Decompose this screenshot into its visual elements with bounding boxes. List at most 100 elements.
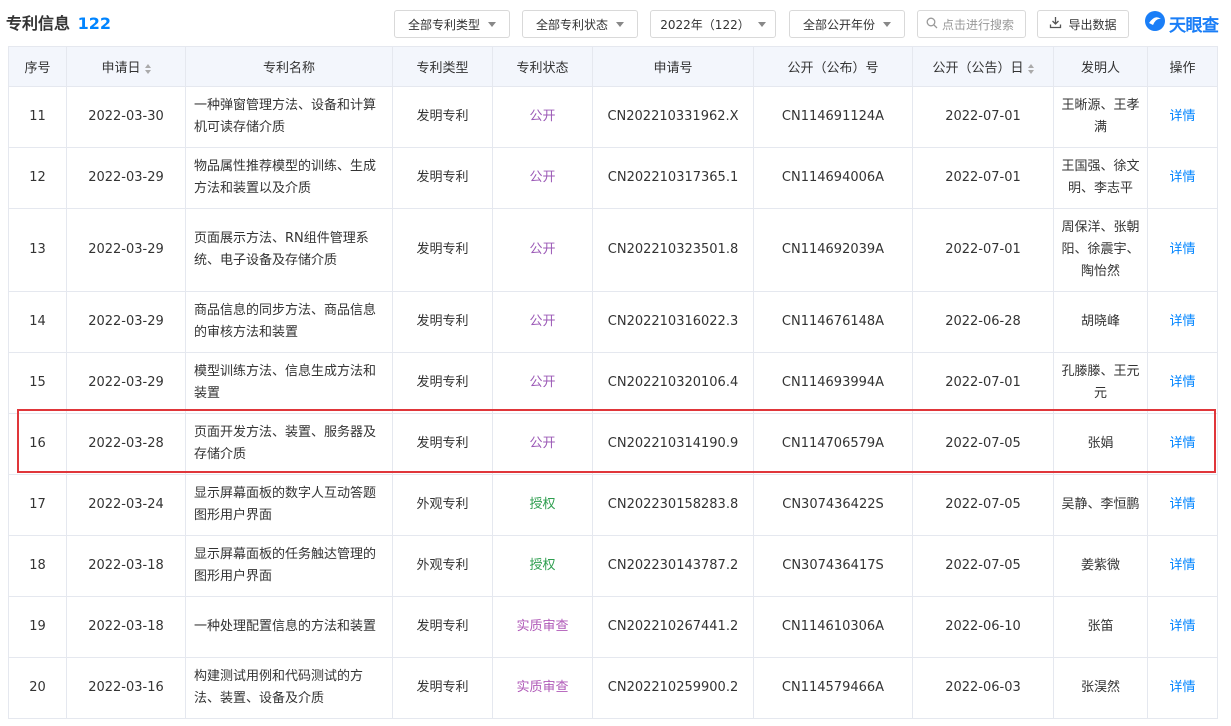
sort-icon[interactable]	[144, 63, 151, 74]
cell-pub-date: 2022-07-01	[945, 170, 1021, 185]
table-cell: 详情	[1147, 413, 1218, 475]
table-cell: 张淏然	[1053, 657, 1148, 719]
cell-type: 发明专利	[416, 619, 469, 634]
cell-app-no: CN202210320106.4	[607, 375, 739, 390]
title-text: 专利信息	[6, 14, 71, 33]
cell-pub-no: CN114706579A	[781, 436, 885, 451]
caret-down-icon	[616, 21, 624, 27]
detail-link[interactable]: 详情	[1169, 375, 1195, 390]
cell-inventor: 姜紫微	[1080, 558, 1120, 573]
table-row: 17 2022-03-24 显示屏幕面板的数字人互动答题图形用户界面 外观专利 授权 CN…	[8, 474, 1218, 536]
col-header-date[interactable]: 申请日	[66, 46, 186, 87]
table-cell: 王国强、徐文明、李志平	[1053, 147, 1148, 209]
cell-name: 物品属性推荐模型的训练、生成方法和装置以及介质	[194, 159, 377, 196]
logo-text: 天眼查	[1169, 15, 1219, 36]
export-button[interactable]: 导出数据	[1037, 10, 1129, 38]
sort-icon[interactable]	[1027, 63, 1034, 74]
table-cell: 19	[8, 596, 67, 658]
table-cell: 2022-03-30	[66, 86, 186, 148]
table-cell: 孔滕滕、王元元	[1053, 352, 1148, 414]
patent-status-dropdown[interactable]: 全部专利状态	[522, 10, 638, 38]
tianyancha-logo: 天眼查	[1144, 9, 1219, 37]
cell-pub-date: 2022-07-01	[945, 109, 1021, 124]
table-cell: 详情	[1147, 147, 1218, 209]
detail-link[interactable]: 详情	[1169, 558, 1195, 573]
cell-pub-no: CN114676148A	[781, 314, 885, 329]
detail-link[interactable]: 详情	[1169, 680, 1195, 695]
table-cell: CN202210320106.4	[592, 352, 754, 414]
detail-link[interactable]: 详情	[1169, 314, 1195, 329]
search-placeholder: 点击进行搜索	[942, 17, 1015, 32]
table-cell: 发明专利	[392, 208, 493, 292]
table-cell: 15	[8, 352, 67, 414]
table-cell: 2022-06-03	[912, 657, 1054, 719]
cell-app-no: CN202210316022.3	[607, 314, 739, 329]
cell-pub-date: 2022-07-05	[945, 558, 1021, 573]
table-cell: 14	[8, 291, 67, 353]
cell-app-no: CN202230158283.8	[607, 497, 739, 512]
detail-link[interactable]: 详情	[1169, 242, 1195, 257]
patent-type-dropdown[interactable]: 全部专利类型	[394, 10, 510, 38]
table-cell: 详情	[1147, 596, 1218, 658]
detail-link[interactable]: 详情	[1169, 619, 1195, 634]
table-cell: CN114706579A	[753, 413, 913, 475]
cell-pub-no: CN114610306A	[781, 619, 885, 634]
cell-inventor: 周保洋、张朝阳、徐震宇、陶怡然	[1061, 220, 1140, 279]
cell-date: 2022-03-29	[88, 314, 164, 329]
detail-link[interactable]: 详情	[1169, 436, 1195, 451]
year-dropdown[interactable]: 2022年（122）	[650, 10, 776, 38]
cell-no: 12	[29, 170, 46, 185]
cell-name: 显示屏幕面板的数字人互动答题图形用户界面	[194, 486, 377, 523]
table-cell: CN114610306A	[753, 596, 913, 658]
table-cell: CN307436422S	[753, 474, 913, 536]
table-cell: CN114691124A	[753, 86, 913, 148]
col-header-type: 专利类型	[392, 46, 493, 87]
cell-no: 18	[29, 558, 46, 573]
table-cell: CN114693994A	[753, 352, 913, 414]
table-cell: 胡晓峰	[1053, 291, 1148, 353]
table-cell: 页面开发方法、装置、服务器及存储介质	[185, 413, 393, 475]
table-cell: CN202230143787.2	[592, 535, 754, 597]
detail-link[interactable]: 详情	[1169, 109, 1195, 124]
table-cell: 2022-03-18	[66, 535, 186, 597]
table-cell: 2022-03-16	[66, 657, 186, 719]
cell-pub-no: CN114693994A	[781, 375, 885, 390]
cell-app-no: CN202210317365.1	[607, 170, 739, 185]
table-header: 序号 申请日 专利名称 专利类型 专利状态 申请号 公开（公布）号 公开（公告）…	[8, 46, 1218, 87]
col-header-date-label: 申请日	[101, 61, 141, 76]
table-cell: 页面展示方法、RN组件管理系统、电子设备及存储介质	[185, 208, 393, 292]
table-cell: 2022-07-01	[912, 208, 1054, 292]
cell-no: 14	[29, 314, 46, 329]
detail-link[interactable]: 详情	[1169, 170, 1195, 185]
logo-icon	[1144, 10, 1166, 36]
cell-name: 一种弹窗管理方法、设备和计算机可读存储介质	[194, 98, 377, 135]
table-cell: 2022-07-01	[912, 352, 1054, 414]
cell-type: 外观专利	[416, 497, 469, 512]
pub-year-dropdown[interactable]: 全部公开年份	[789, 10, 905, 38]
table-cell: 发明专利	[392, 86, 493, 148]
cell-type: 发明专利	[416, 680, 469, 695]
table-cell: CN202230158283.8	[592, 474, 754, 536]
col-header-pub-no: 公开（公布）号	[753, 46, 913, 87]
table-row: 18 2022-03-18 显示屏幕面板的任务触达管理的图形用户界面 外观专利 授权 CN…	[8, 535, 1218, 597]
cell-no: 20	[29, 680, 46, 695]
cell-status: 公开	[529, 170, 556, 185]
cell-status: 公开	[529, 375, 556, 390]
table-cell: CN202210323501.8	[592, 208, 754, 292]
detail-link[interactable]: 详情	[1169, 497, 1195, 512]
col-header-pub-date[interactable]: 公开（公告）日	[912, 46, 1054, 87]
table-cell: 发明专利	[392, 413, 493, 475]
search-input[interactable]: 点击进行搜索	[917, 10, 1026, 38]
table-cell: 公开	[492, 208, 593, 292]
export-label: 导出数据	[1068, 17, 1117, 32]
cell-no: 13	[29, 242, 46, 257]
cell-app-no: CN202210267441.2	[607, 619, 739, 634]
table-cell: 2022-06-10	[912, 596, 1054, 658]
table-cell: 吴静、李恒鹏	[1053, 474, 1148, 536]
cell-inventor: 吴静、李恒鹏	[1061, 497, 1140, 512]
cell-no: 15	[29, 375, 46, 390]
table-cell: CN114692039A	[753, 208, 913, 292]
table-row: 14 2022-03-29 商品信息的同步方法、商品信息的审核方法和装置 发明专利 公开…	[8, 291, 1218, 353]
table-cell: 发明专利	[392, 657, 493, 719]
table-cell: 18	[8, 535, 67, 597]
